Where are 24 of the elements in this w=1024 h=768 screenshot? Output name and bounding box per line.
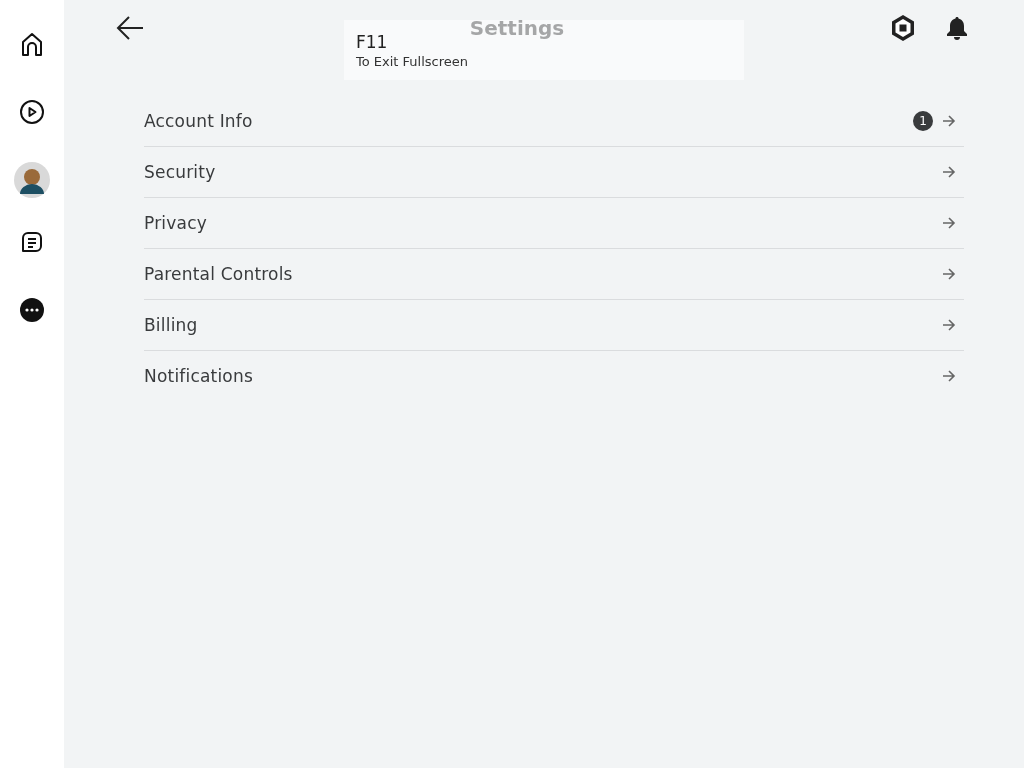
setting-label[interactable]: Notifications: [144, 366, 942, 386]
more-icon[interactable]: [20, 298, 44, 322]
setting-label[interactable]: Billing: [144, 315, 942, 335]
home-icon[interactable]: [20, 31, 44, 57]
arrow-right-icon[interactable]: [942, 267, 956, 281]
setting-label[interactable]: Parental Controls: [144, 264, 942, 284]
setting-label[interactable]: Privacy: [144, 213, 942, 233]
notification-count: 1: [913, 111, 933, 131]
toast-key: F11: [356, 32, 388, 52]
arrow-right-icon[interactable]: [942, 318, 956, 332]
hexagon-icon[interactable]: [890, 14, 916, 42]
setting-label[interactable]: Account Info: [144, 111, 913, 131]
play-icon[interactable]: [19, 99, 45, 125]
arrow-right-icon[interactable]: [942, 114, 956, 128]
setting-label[interactable]: Security: [144, 162, 942, 182]
bell-icon[interactable]: [946, 15, 968, 41]
arrow-right-icon[interactable]: [942, 216, 956, 230]
toast-message: To Exit Fullscreen: [356, 54, 468, 69]
arrow-right-icon[interactable]: [942, 165, 956, 179]
back-arrow-icon[interactable]: [116, 15, 144, 41]
page-title: Settings: [468, 16, 566, 40]
chat-icon[interactable]: [20, 230, 44, 254]
avatar-icon[interactable]: [14, 162, 50, 198]
arrow-right-icon[interactable]: [942, 369, 956, 383]
